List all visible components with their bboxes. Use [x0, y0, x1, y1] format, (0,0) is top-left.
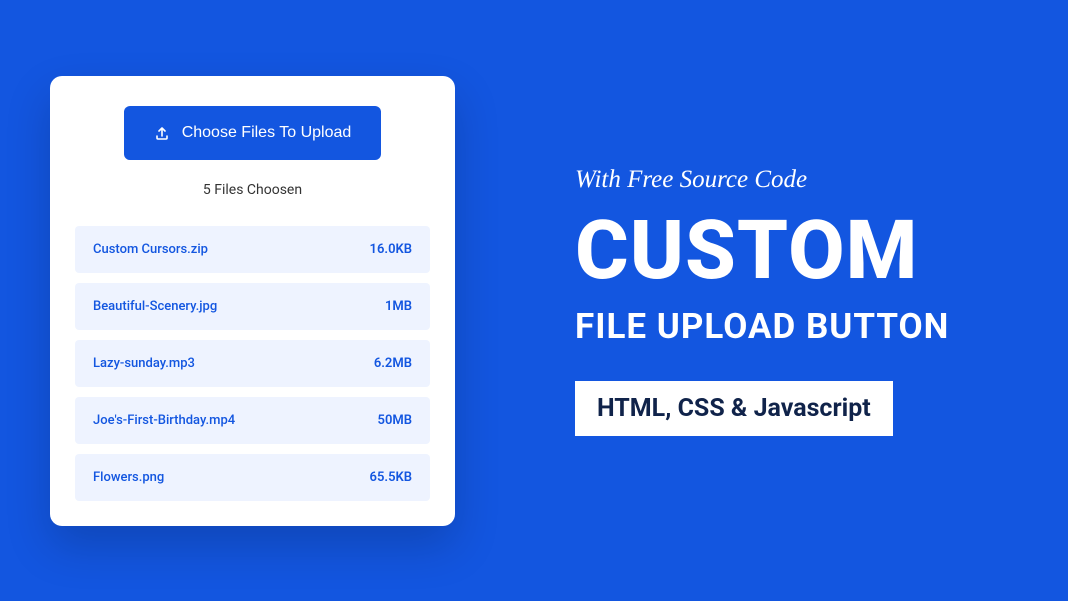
file-size: 50MB: [378, 413, 412, 428]
choose-files-button[interactable]: Choose Files To Upload: [124, 106, 382, 160]
file-list: Custom Cursors.zip 16.0KB Beautiful-Scen…: [75, 226, 430, 501]
promo-tagline: With Free Source Code: [575, 166, 949, 194]
file-name: Joe's-First-Birthday.mp4: [93, 413, 235, 428]
promo-title: CUSTOM: [575, 210, 949, 292]
file-name: Lazy-sunday.mp3: [93, 356, 195, 371]
file-item: Flowers.png 65.5KB: [75, 454, 430, 501]
file-size: 16.0KB: [370, 242, 412, 257]
tech-badge: HTML, CSS & Javascript: [575, 381, 893, 436]
files-count-text: 5 Files Choosen: [75, 182, 430, 198]
file-item: Beautiful-Scenery.jpg 1MB: [75, 283, 430, 330]
file-name: Flowers.png: [93, 470, 164, 485]
file-item: Joe's-First-Birthday.mp4 50MB: [75, 397, 430, 444]
file-size: 1MB: [385, 299, 412, 314]
file-size: 6.2MB: [374, 356, 412, 371]
choose-files-label: Choose Files To Upload: [182, 124, 352, 142]
file-name: Custom Cursors.zip: [93, 242, 208, 257]
file-item: Custom Cursors.zip 16.0KB: [75, 226, 430, 273]
upload-icon: [154, 125, 170, 141]
file-size: 65.5KB: [370, 470, 412, 485]
file-name: Beautiful-Scenery.jpg: [93, 299, 217, 314]
promo-subtitle: FILE UPLOAD BUTTON: [575, 306, 949, 347]
file-item: Lazy-sunday.mp3 6.2MB: [75, 340, 430, 387]
promo-section: With Free Source Code CUSTOM FILE UPLOAD…: [575, 166, 949, 436]
upload-card: Choose Files To Upload 5 Files Choosen C…: [50, 76, 455, 526]
